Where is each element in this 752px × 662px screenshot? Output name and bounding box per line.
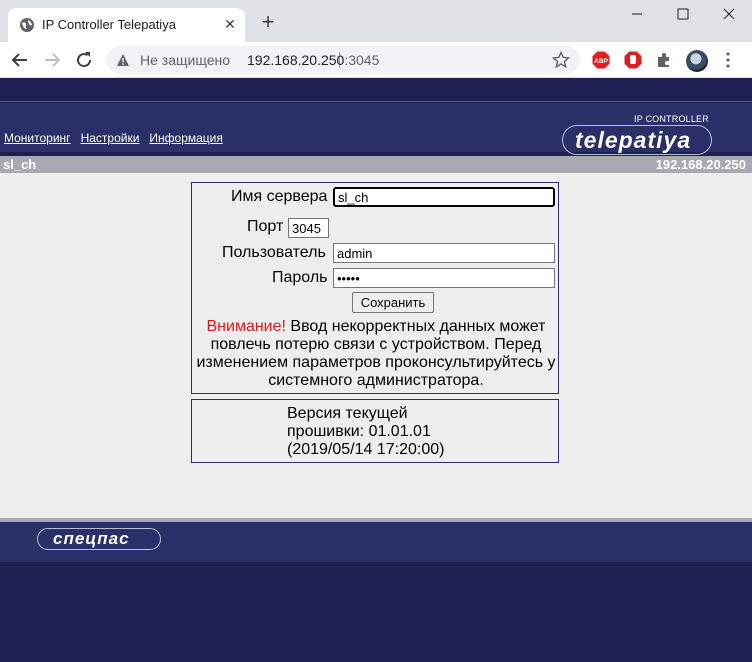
security-status[interactable]: Не защищено (140, 52, 230, 68)
firmware-version-box: Версия текущей прошивки: 01.01.01 (2019/… (191, 399, 559, 463)
logo-text: telepatiya (575, 127, 692, 153)
maximize-icon[interactable] (660, 0, 706, 30)
address-bar[interactable]: Не защищено 192.168.20.250:3045 (106, 46, 580, 74)
browser-tab[interactable]: IP Controller Telepatiya ✕ (8, 8, 245, 42)
minimize-icon[interactable] (614, 0, 660, 30)
device-name: sl_ch (3, 157, 37, 172)
tab-strip: IP Controller Telepatiya ✕ + (0, 0, 752, 42)
server-name-label: Имя сервера (231, 188, 328, 205)
logo-subtitle: IP CONTROLLER (634, 114, 709, 124)
footer: спецпас (0, 522, 752, 562)
menu-monitoring[interactable]: Мониторинг (4, 131, 71, 145)
password-input[interactable] (333, 268, 555, 288)
extensions-puzzle-icon[interactable] (655, 51, 673, 69)
tab-close-icon[interactable]: ✕ (221, 15, 239, 33)
specpas-logo: спецпас (37, 528, 161, 550)
content-area: Имя сервера Порт Пользователь Пароль Сох… (0, 173, 752, 518)
adblock-icon[interactable]: ABP (592, 51, 610, 69)
header: Мониторинг Настройки Информация IP CONTROL… (0, 103, 752, 176)
settings-form: Имя сервера Порт Пользователь Пароль Сох… (191, 182, 559, 394)
status-bar: sl_ch 192.168.20.250 (0, 156, 752, 173)
window-close-icon[interactable] (706, 0, 752, 30)
port-input[interactable] (288, 218, 329, 238)
page-body: Мониторинг Настройки Информация IP CONTROL… (0, 78, 752, 662)
stop-hand-icon[interactable] (624, 51, 642, 69)
header-top-band (0, 78, 752, 102)
save-button[interactable]: Сохранить (352, 292, 434, 313)
menu-kebab-icon[interactable] (722, 51, 734, 69)
bookmark-star-icon[interactable] (552, 51, 570, 69)
menu-settings[interactable]: Настройки (81, 131, 140, 145)
user-input[interactable] (333, 243, 555, 263)
new-tab-icon[interactable]: + (258, 11, 278, 33)
url-host: 192.168.20.250 (247, 52, 345, 68)
version-line-3: (2019/05/14 17:20:00) (287, 441, 445, 458)
port-label: Порт (247, 218, 284, 235)
firmware-version: Версия текущей прошивки: 01.01.01 (2019/… (287, 405, 444, 459)
telepatiya-logo: telepatiya (562, 125, 712, 155)
version-line-1: Версия текущей (287, 405, 408, 422)
warning-message: Внимание! Ввод некорректных данных может… (196, 318, 556, 390)
warning-prefix: Внимание! (206, 318, 286, 335)
device-ip: 192.168.20.250 (655, 157, 746, 172)
forward-arrow-icon[interactable] (40, 48, 64, 72)
main-menu: Мониторинг Настройки Информация (4, 131, 233, 145)
back-arrow-icon[interactable] (8, 48, 32, 72)
globe-icon (20, 18, 34, 32)
user-label: Пользователь (222, 244, 326, 261)
profile-avatar[interactable] (686, 50, 708, 72)
version-line-2: прошивки: 01.01.01 (287, 423, 431, 440)
tab-title: IP Controller Telepatiya (42, 17, 176, 32)
browser-toolbar: Не защищено 192.168.20.250:3045 ABP (0, 42, 752, 78)
adblock-label: ABP (594, 58, 608, 65)
footer-logo-text: спецпас (53, 529, 130, 548)
reload-icon[interactable] (72, 48, 96, 72)
server-name-input[interactable] (333, 187, 555, 207)
url-port: :3045 (344, 52, 380, 68)
menu-info[interactable]: Информация (149, 131, 222, 145)
warning-icon[interactable] (116, 53, 130, 67)
password-label: Пароль (272, 269, 328, 286)
url-text[interactable]: 192.168.20.250:3045 (247, 52, 379, 68)
